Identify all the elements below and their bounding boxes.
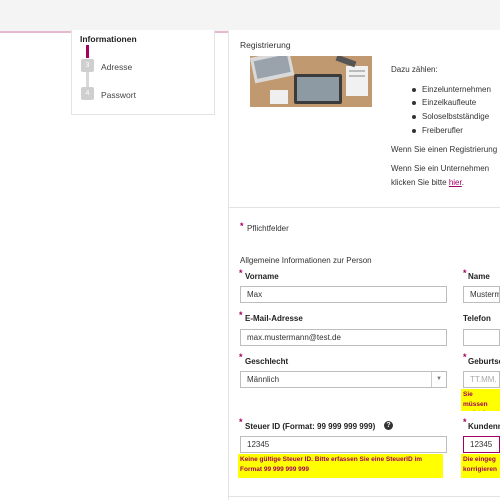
section-title: Allgemeine Informationen zur Person [240, 256, 372, 265]
bullet-dot [412, 115, 416, 119]
hier-link[interactable]: hier [449, 178, 462, 187]
required-marker: * [240, 221, 244, 231]
geburtsdatum-error: Sie müssen registrieren [461, 389, 500, 411]
geschlecht-selected-value: Männlich [247, 375, 280, 384]
intro-text-unternehmen: Wenn Sie ein Unternehmen [391, 164, 490, 173]
step-label-adresse[interactable]: Adresse [101, 62, 132, 72]
geschlecht-select[interactable]: Männlich ▼ [240, 371, 447, 388]
name-label: Name [468, 272, 490, 281]
intro-heading: Registrierung [240, 40, 291, 50]
intro-link-prefix: klicken Sie bitte [391, 178, 449, 187]
bullet-dot [412, 129, 416, 133]
steuer-id-label: Steuer ID (Format: 99 999 999 999) [245, 422, 376, 431]
bullet-dot [412, 101, 416, 105]
section-divider-bottom [228, 496, 500, 497]
required-marker: * [463, 268, 467, 278]
top-bar [0, 0, 500, 33]
desk-photo [250, 56, 372, 107]
bullet-item: Freiberufler [422, 126, 463, 135]
vorname-label: Vorname [245, 272, 279, 281]
required-marker: * [463, 352, 467, 362]
step-progress-active [86, 45, 89, 58]
required-marker: * [239, 417, 243, 427]
email-input[interactable]: max.mustermann@test.de [240, 329, 447, 346]
step-number-adresse: 3 [81, 59, 94, 72]
required-marker: * [239, 268, 243, 278]
intro-dazu: Dazu zählen: [391, 65, 438, 74]
vorname-input[interactable]: Max [240, 286, 447, 303]
step-label-passwort[interactable]: Passwort [101, 90, 136, 100]
required-note: Pflichtfelder [247, 224, 289, 233]
geschlecht-label: Geschlecht [245, 357, 289, 366]
telefon-input[interactable] [463, 329, 500, 346]
bullet-item: Einzelkaufleute [422, 98, 477, 107]
intro-text-registrierung: Wenn Sie einen Registrierung [391, 145, 498, 154]
geburtsdatum-input[interactable]: TT.MM. [463, 371, 500, 388]
step-number-passwort: 4 [81, 87, 94, 100]
chevron-down-icon[interactable]: ▼ [431, 372, 446, 387]
kundennummer-label: Kundenn [468, 422, 500, 431]
intro-link-suffix: . [461, 178, 464, 187]
step-current-label: Informationen [80, 34, 137, 44]
registration-stepper: Informationen 3 Adresse 4 Passwort [71, 30, 215, 115]
required-marker: * [239, 352, 243, 362]
telefon-label: Telefon [463, 314, 491, 323]
required-marker: * [463, 417, 467, 427]
section-divider [228, 207, 500, 208]
name-input[interactable]: Musterm [463, 286, 500, 303]
required-marker: * [239, 310, 243, 320]
kundennummer-input[interactable]: 12345 [463, 436, 500, 453]
geburtsdatum-label: Geburtsd [468, 357, 500, 366]
bullet-item: Einzelunternehmen [422, 85, 491, 94]
steuer-id-error: Keine gültige Steuer ID. Bitte erfassen … [238, 454, 443, 478]
help-icon[interactable]: ? [384, 421, 393, 430]
steuer-id-input[interactable]: 12345 [240, 436, 447, 453]
email-label: E-Mail-Adresse [245, 314, 303, 323]
intro-text-link-line: klicken Sie bitte hier. [391, 178, 464, 187]
bullet-dot [412, 88, 416, 92]
bullet-item: Soloselbstständige [422, 112, 490, 121]
kundennummer-error: Die eingeg korrigieren [461, 454, 500, 478]
